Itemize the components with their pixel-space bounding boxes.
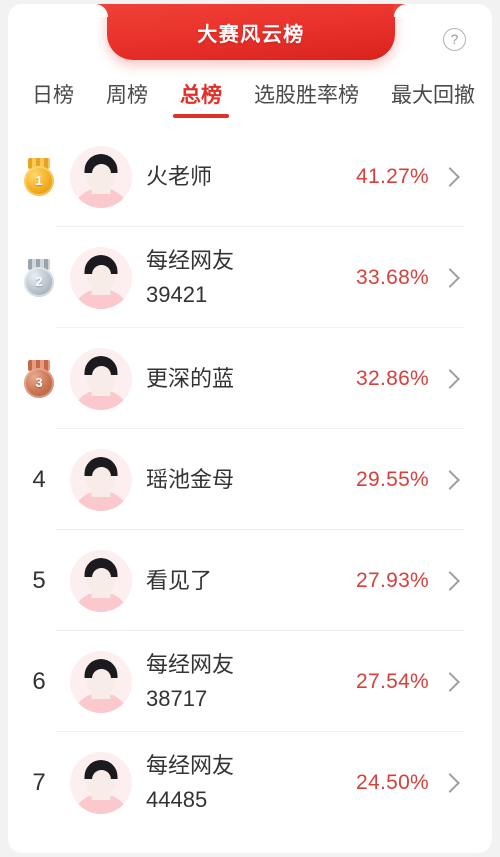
question-mark-circle-icon[interactable]: ? [443, 28, 466, 51]
user-name-line2: 38717 [146, 685, 208, 711]
avatar[interactable] [70, 246, 132, 309]
avatar-hair [84, 557, 118, 577]
rank-number: 7 [32, 768, 46, 796]
return-percent: 33.68% [356, 265, 430, 289]
leaderboard-row[interactable]: 7 每经网友 44485 24.50% [8, 732, 492, 833]
medal-rank-number: 1 [24, 165, 54, 196]
avatar[interactable] [70, 549, 132, 612]
avatar-hair [84, 658, 118, 678]
return-percent: 27.93% [356, 568, 430, 592]
banner-notch-left [96, 4, 109, 17]
medal-silver-icon: 2 [8, 258, 70, 297]
avatar-hair [84, 153, 118, 173]
user-name-line2: 39421 [146, 281, 208, 307]
avatar-hair [84, 355, 118, 375]
avatar-hair [84, 456, 118, 476]
leaderboard-list: 1 火老师 41.27% 2 每经网友 39421 33.68% 3 更深的蓝 32.86% 4 瑶池… [8, 126, 492, 833]
medal-rank-number: 2 [24, 266, 54, 297]
user-name-line1: 瑶池金母 [146, 466, 235, 492]
tab-1[interactable]: 日榜 [32, 79, 74, 118]
banner-shape: 大赛风云榜 [96, 4, 406, 60]
banner: 大赛风云榜 [96, 4, 406, 66]
medal-gold-icon: 1 [8, 157, 70, 196]
tab-3[interactable]: 总榜 [173, 79, 229, 118]
rank-number: 4 [32, 465, 46, 493]
user-name: 瑶池金母 [146, 463, 356, 497]
leaderboard-row[interactable]: 3 更深的蓝 32.86% [8, 328, 492, 429]
return-percent: 27.54% [356, 669, 430, 693]
medal-rank-number: 3 [24, 367, 54, 398]
avatar-hair [84, 759, 118, 779]
tab-active-underline [173, 113, 229, 118]
avatar[interactable] [70, 448, 132, 511]
leaderboard-card: 大赛风云榜 ? 日榜 周榜 总榜 选股胜率榜 最大回撤 1 火老师 41.27% 2 每经网友 3… [8, 4, 492, 853]
chevron-right-icon[interactable] [440, 671, 460, 692]
leaderboard-row[interactable]: 6 每经网友 38717 27.54% [8, 631, 492, 732]
user-name: 看见了 [146, 564, 356, 598]
avatar[interactable] [70, 650, 132, 713]
user-name-line1: 每经网友 [146, 651, 235, 677]
tab-4[interactable]: 选股胜率榜 [254, 79, 359, 118]
chevron-right-icon[interactable] [440, 772, 460, 793]
chevron-right-icon[interactable] [440, 469, 460, 490]
medal-bronze-icon: 3 [8, 359, 70, 398]
user-name-line1: 火老师 [146, 163, 213, 189]
medal-bronze-graphic: 3 [22, 359, 56, 398]
chevron-right-icon[interactable] [440, 267, 460, 288]
chevron-right-icon[interactable] [440, 166, 460, 187]
chevron-right-icon[interactable] [440, 368, 460, 389]
user-name: 每经网友 44485 [146, 749, 356, 817]
leaderboard-row[interactable]: 2 每经网友 39421 33.68% [8, 227, 492, 328]
user-name-line1: 每经网友 [146, 752, 235, 778]
medal-silver-graphic: 2 [22, 258, 56, 297]
user-name: 每经网友 39421 [146, 244, 356, 312]
page-title: 大赛风云榜 [197, 23, 305, 46]
user-name-line1: 更深的蓝 [146, 365, 235, 391]
avatar[interactable] [70, 145, 132, 208]
return-percent: 41.27% [356, 164, 430, 188]
chevron-right-icon[interactable] [440, 570, 460, 591]
tab-bar: 日榜 周榜 总榜 选股胜率榜 最大回撤 [8, 70, 492, 126]
rank-number: 5 [32, 566, 46, 594]
avatar-hair [84, 254, 118, 274]
header: 大赛风云榜 ? [8, 4, 492, 70]
rank-number: 6 [32, 667, 46, 695]
avatar[interactable] [70, 347, 132, 410]
user-name: 火老师 [146, 160, 356, 194]
tab-5[interactable]: 最大回撤 [391, 79, 475, 118]
user-name: 每经网友 38717 [146, 648, 356, 716]
banner-notch-right [393, 4, 406, 17]
user-name-line1: 每经网友 [146, 247, 235, 273]
medal-gold-graphic: 1 [22, 157, 56, 196]
leaderboard-row[interactable]: 1 火老师 41.27% [8, 126, 492, 227]
return-percent: 29.55% [356, 467, 430, 491]
user-name-line2: 44485 [146, 786, 208, 812]
tab-2[interactable]: 周榜 [106, 79, 148, 118]
avatar[interactable] [70, 751, 132, 814]
leaderboard-screen: 大赛风云榜 ? 日榜 周榜 总榜 选股胜率榜 最大回撤 1 火老师 41.27% 2 每经网友 3… [0, 0, 500, 857]
leaderboard-row[interactable]: 4 瑶池金母 29.55% [8, 429, 492, 530]
user-name-line1: 看见了 [146, 567, 213, 593]
user-name: 更深的蓝 [146, 362, 356, 396]
leaderboard-row[interactable]: 5 看见了 27.93% [8, 530, 492, 631]
return-percent: 24.50% [356, 770, 430, 794]
return-percent: 32.86% [356, 366, 430, 390]
